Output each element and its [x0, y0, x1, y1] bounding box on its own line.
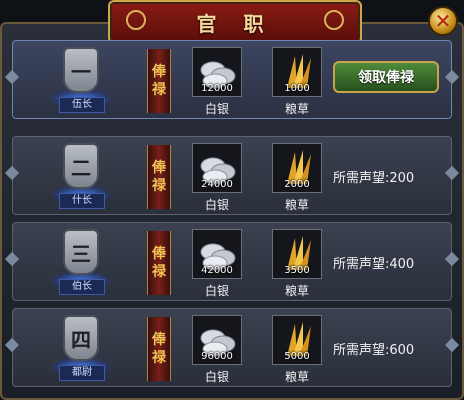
- rank-name: 伯长: [59, 279, 105, 295]
- prestige-requirement: 所需声望:600: [333, 343, 415, 358]
- salary-char-1: 俸: [152, 246, 166, 262]
- grain-amount: 2000: [284, 179, 310, 190]
- rank-row-4: 四 都尉 俸 禄 96000 白银 5000 粮草 所需声望:600: [4, 308, 460, 387]
- silver-reward[interactable]: 42000 白银: [191, 229, 243, 299]
- rank-badge: 四 都尉: [51, 315, 111, 381]
- rank-numeral: 四: [71, 327, 91, 352]
- silver-label: 白银: [204, 198, 229, 212]
- grain-reward[interactable]: 1000 粮草: [271, 47, 323, 117]
- silver-amount: 96000: [201, 351, 233, 362]
- prestige-requirement: 所需声望:200: [333, 171, 415, 186]
- silver-label: 白银: [204, 370, 229, 384]
- close-button[interactable]: ✕: [428, 6, 458, 36]
- rank-badge: 一 伍长: [51, 47, 111, 113]
- rank-name: 什长: [59, 193, 105, 209]
- salary-char-2: 禄: [152, 264, 166, 280]
- salary-tag: 俸 禄: [147, 231, 171, 295]
- rank-badge: 三 伯长: [51, 229, 111, 295]
- close-icon: ✕: [434, 9, 452, 33]
- rank-numeral: 三: [71, 241, 91, 266]
- salary-char-1: 俸: [152, 160, 166, 176]
- rank-row-1: 一 伍长 俸 禄 12000 白银 1000 粮草 领取俸禄: [4, 40, 460, 119]
- salary-char-2: 禄: [152, 350, 166, 366]
- silver-label: 白银: [204, 284, 229, 298]
- grain-label: 粮草: [284, 102, 309, 116]
- rank-name: 都尉: [59, 365, 105, 381]
- shield-icon: 二: [63, 143, 99, 189]
- silver-label: 白银: [204, 102, 229, 116]
- grain-amount: 1000: [284, 83, 310, 94]
- rank-row-3: 三 伯长 俸 禄 42000 白银 3500 粮草 所需声望:400: [4, 222, 460, 301]
- shield-icon: 三: [63, 229, 99, 275]
- salary-char-2: 禄: [152, 178, 166, 194]
- rank-row-2: 二 什长 俸 禄 24000 白银 2000 粮草 所需声望:200: [4, 136, 460, 215]
- grain-reward[interactable]: 2000 粮草: [271, 143, 323, 213]
- silver-amount: 24000: [201, 179, 233, 190]
- grain-label: 粮草: [284, 284, 309, 298]
- silver-reward[interactable]: 96000 白银: [191, 315, 243, 385]
- grain-label: 粮草: [284, 198, 309, 212]
- shield-icon: 一: [63, 47, 99, 93]
- grain-amount: 5000: [284, 351, 310, 362]
- silver-reward[interactable]: 24000 白银: [191, 143, 243, 213]
- claim-salary-button[interactable]: 领取俸禄: [333, 61, 439, 93]
- rank-name: 伍长: [59, 97, 105, 113]
- salary-tag: 俸 禄: [147, 317, 171, 381]
- dialog-title: 官 职: [196, 11, 274, 36]
- rank-numeral: 二: [71, 155, 91, 180]
- silver-reward[interactable]: 12000 白银: [191, 47, 243, 117]
- banner-ornament-left: [126, 10, 146, 30]
- silver-amount: 42000: [201, 265, 233, 276]
- silver-amount: 12000: [201, 83, 233, 94]
- shield-icon: 四: [63, 315, 99, 361]
- prestige-requirement: 所需声望:400: [333, 257, 415, 272]
- banner-ornament-right: [324, 10, 344, 30]
- salary-char-1: 俸: [152, 64, 166, 80]
- grain-amount: 3500: [284, 265, 310, 276]
- salary-char-2: 禄: [152, 82, 166, 98]
- salary-tag: 俸 禄: [147, 49, 171, 113]
- grain-reward[interactable]: 3500 粮草: [271, 229, 323, 299]
- title-banner: 官 职: [108, 0, 362, 44]
- salary-tag: 俸 禄: [147, 145, 171, 209]
- rank-numeral: 一: [71, 59, 91, 84]
- salary-char-1: 俸: [152, 332, 166, 348]
- rank-badge: 二 什长: [51, 143, 111, 209]
- grain-reward[interactable]: 5000 粮草: [271, 315, 323, 385]
- grain-label: 粮草: [284, 370, 309, 384]
